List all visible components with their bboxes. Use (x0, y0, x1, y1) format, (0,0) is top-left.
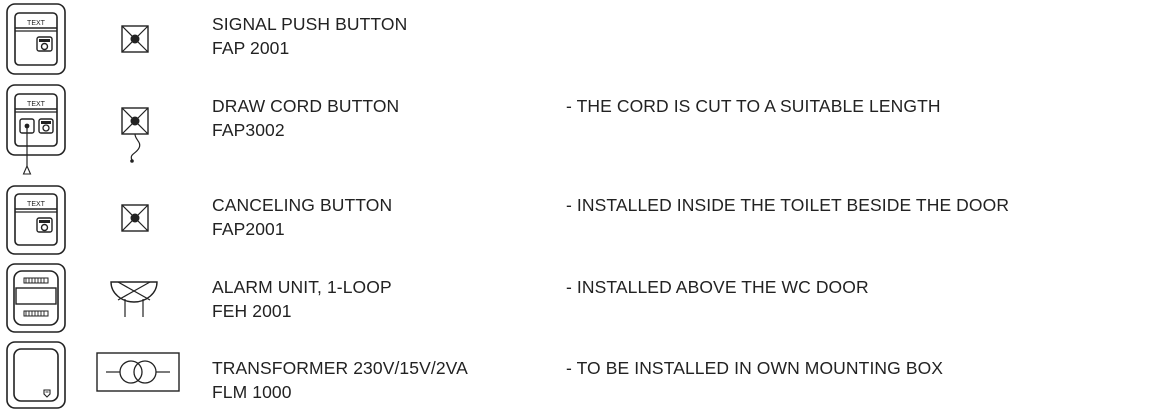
draw-cord-symbol-icon (121, 107, 149, 163)
device-label: ALARM UNIT, 1-LOOP FEH 2001 (212, 275, 392, 323)
legend-row-transformer: TRANSFORMER 230V/15V/2VA FLM 1000 - TO B… (0, 340, 1162, 410)
canceling-button-device-icon: TEXT (6, 185, 66, 255)
device-code: FAP2001 (212, 219, 285, 239)
device-text-label: TEXT (27, 20, 46, 27)
push-button-symbol-icon (121, 25, 149, 53)
device-label: TRANSFORMER 230V/15V/2VA FLM 1000 (212, 356, 468, 404)
transformer-symbol-icon (96, 352, 180, 392)
legend-row-draw-cord-button: TEXT DRAW CORD BUTTON FAP3002 - THE CORD… (0, 82, 1162, 178)
alarm-unit-symbol-icon (110, 281, 158, 317)
device-name: CANCELING BUTTON (212, 195, 393, 215)
device-code: FEH 2001 (212, 301, 292, 321)
legend-row-alarm-unit: ALARM UNIT, 1-LOOP FEH 2001 - INSTALLED … (0, 261, 1162, 335)
device-label: CANCELING BUTTON FAP2001 (212, 193, 392, 241)
device-name: DRAW CORD BUTTON (212, 96, 400, 116)
transformer-device-icon (6, 341, 66, 409)
legend-row-signal-push-button: TEXT SIGNAL PUSH BUTTON FAP 2001 (0, 0, 1162, 78)
device-code: FAP 2001 (212, 38, 290, 58)
device-code: FAP3002 (212, 120, 285, 140)
push-button-device-icon: TEXT (6, 3, 66, 75)
installation-note: - THE CORD IS CUT TO A SUITABLE LENGTH (566, 96, 941, 116)
device-code: FLM 1000 (212, 382, 292, 402)
legend-row-canceling-button: TEXT CANCELING BUTTON FAP2001 - INSTALLE… (0, 183, 1162, 257)
device-name: ALARM UNIT, 1-LOOP (212, 277, 392, 297)
device-name: TRANSFORMER 230V/15V/2VA (212, 358, 468, 378)
draw-cord-device-icon: TEXT (6, 84, 66, 175)
alarm-unit-device-icon (6, 263, 66, 333)
installation-note: - INSTALLED INSIDE THE TOILET BESIDE THE… (566, 195, 1010, 215)
device-text-label: TEXT (27, 201, 46, 208)
device-label: DRAW CORD BUTTON FAP3002 (212, 94, 399, 142)
canceling-button-symbol-icon (121, 204, 149, 232)
device-name: SIGNAL PUSH BUTTON (212, 14, 408, 34)
installation-note: - TO BE INSTALLED IN OWN MOUNTING BOX (566, 358, 944, 378)
device-text-label: TEXT (27, 101, 46, 108)
device-label: SIGNAL PUSH BUTTON FAP 2001 (212, 12, 407, 60)
installation-note: - INSTALLED ABOVE THE WC DOOR (566, 277, 869, 297)
